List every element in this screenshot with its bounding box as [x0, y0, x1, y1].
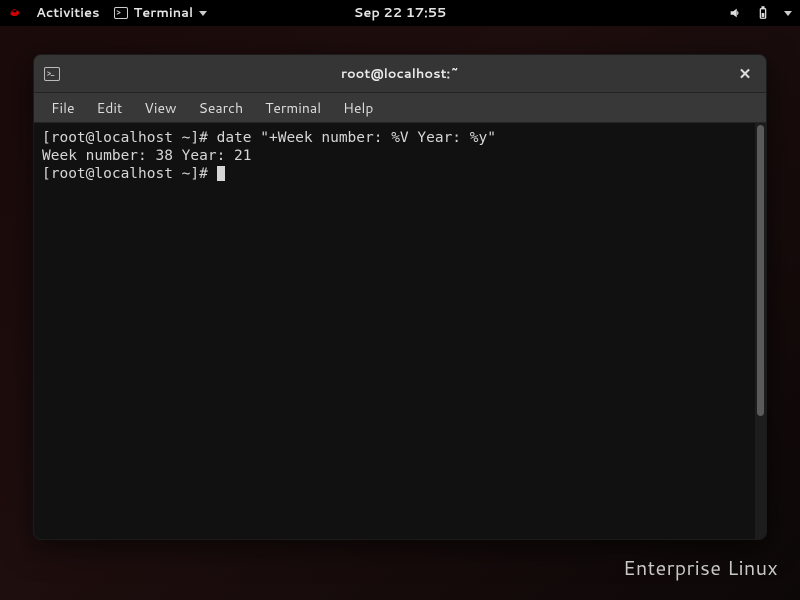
- menu-view[interactable]: View: [133, 94, 187, 122]
- terminal-body: [root@localhost ~]# date "+Week number: …: [34, 123, 766, 539]
- app-name-label: Terminal: [134, 4, 194, 22]
- close-icon: ✕: [739, 63, 752, 84]
- terminal-content[interactable]: [root@localhost ~]# date "+Week number: …: [34, 123, 755, 539]
- volume-icon[interactable]: [728, 6, 742, 20]
- terminal-icon: [44, 67, 60, 81]
- cursor: [217, 166, 225, 181]
- menubar: File Edit View Search Terminal Help: [34, 93, 766, 123]
- battery-icon[interactable]: [756, 6, 770, 20]
- menu-terminal[interactable]: Terminal: [254, 94, 332, 122]
- app-menu-button[interactable]: Terminal: [114, 4, 208, 22]
- close-button[interactable]: ✕: [734, 63, 756, 85]
- terminal-window: root@localhost:~ ✕ File Edit View Search…: [33, 54, 767, 540]
- menu-file[interactable]: File: [40, 94, 86, 122]
- clock-button[interactable]: Sep 22 17:55: [354, 4, 447, 22]
- desktop-brand-text: Enterprise Linux: [623, 554, 778, 582]
- menu-edit[interactable]: Edit: [86, 94, 134, 122]
- chevron-down-icon: [199, 11, 207, 16]
- prompt: [root@localhost ~]#: [42, 166, 217, 182]
- window-titlebar[interactable]: root@localhost:~ ✕: [34, 55, 766, 93]
- system-menu-chevron-icon[interactable]: [784, 11, 792, 16]
- gnome-topbar: Activities Terminal Sep 22 17:55: [0, 0, 800, 26]
- redhat-icon: [8, 6, 22, 20]
- menu-help[interactable]: Help: [332, 94, 384, 122]
- scrollbar[interactable]: [755, 123, 766, 539]
- command-text: date "+Week number: %V Year: %y": [217, 130, 496, 146]
- prompt: [root@localhost ~]#: [42, 130, 217, 146]
- output-line: Week number: 38 Year: 21: [42, 148, 252, 164]
- menu-search[interactable]: Search: [188, 94, 255, 122]
- terminal-icon: [114, 7, 128, 19]
- window-title: root@localhost:~: [341, 65, 459, 83]
- scrollbar-thumb[interactable]: [757, 125, 764, 416]
- activities-button[interactable]: Activities: [36, 4, 100, 22]
